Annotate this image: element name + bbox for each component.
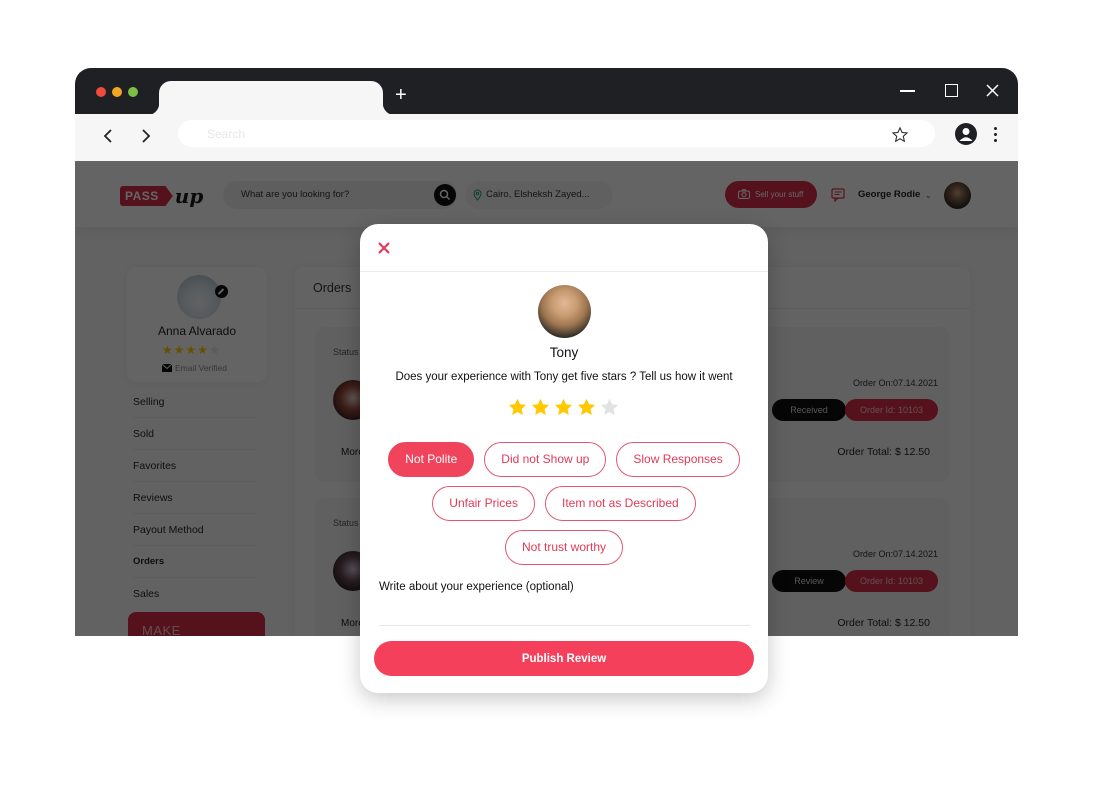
feedback-chip[interactable]: Unfair Prices (432, 486, 535, 521)
star-filled-icon: ★ (197, 343, 209, 357)
review-order-button[interactable]: Review (772, 570, 846, 592)
orders-title: Orders (313, 281, 352, 295)
site-search-placeholder: What are you looking for? (241, 189, 350, 200)
star-rating-input[interactable] (507, 397, 620, 418)
browser-menu-icon[interactable] (990, 126, 1000, 144)
back-button[interactable] (99, 126, 119, 146)
order-total: Order Total: $ 12.50 (837, 617, 930, 629)
star-filled-icon[interactable] (553, 397, 574, 418)
divider (360, 271, 768, 272)
review-modal: Tony Does your experience with Tony get … (360, 224, 768, 693)
envelope-icon (161, 363, 173, 372)
forward-button[interactable] (135, 126, 155, 146)
sell-button-label: Sell your stuff (755, 190, 804, 199)
sidebar-item-selling[interactable]: Selling (133, 386, 257, 418)
browser-toolbar (75, 114, 1018, 161)
chevron-down-icon[interactable]: ⌄ (925, 191, 932, 200)
experience-input[interactable] (379, 602, 750, 626)
order-id-badge[interactable]: Order Id: 10103 (845, 399, 938, 421)
order-status-button[interactable]: Received (772, 399, 846, 421)
email-verified-text: Email Verified (175, 363, 227, 373)
browser-profile-icon[interactable] (955, 123, 977, 145)
passup-logo[interactable]: PASS up (120, 184, 203, 208)
maximize-icon[interactable] (940, 80, 962, 102)
experience-label: Write about your experience (optional) (379, 581, 574, 593)
sidebar-item-favorites[interactable]: Favorites (133, 450, 257, 482)
profile-avatar (177, 275, 221, 319)
profile-name: Anna Alvarado (157, 324, 237, 338)
feedback-chip[interactable]: Item not as Described (544, 486, 696, 521)
profile-rating: ★ ★ ★ ★ ★ (162, 344, 220, 356)
order-status-label: Status (333, 518, 359, 528)
reviewee-avatar (538, 285, 591, 338)
feedback-chip[interactable]: Not Polite (388, 442, 475, 477)
publish-review-button[interactable]: Publish Review (374, 641, 754, 676)
window-close-dot[interactable] (96, 87, 106, 97)
close-icon[interactable] (377, 241, 391, 255)
order-date: Order On:07.14.2021 (852, 378, 938, 388)
chat-icon[interactable] (831, 188, 845, 202)
feedback-chips: Not Polite Did not Show up Slow Responses U… (378, 442, 750, 565)
window-minimize-dot[interactable] (112, 87, 122, 97)
star-filled-icon[interactable] (530, 397, 551, 418)
sidebar-item-orders[interactable]: Orders (133, 546, 257, 578)
chevron-left-icon (103, 129, 112, 143)
user-avatar[interactable] (944, 182, 971, 209)
star-empty-icon: ★ (209, 343, 220, 357)
bookmark-star-icon[interactable] (891, 126, 909, 144)
star-filled-icon: ★ (185, 343, 197, 357)
order-total: Order Total: $ 12.50 (837, 446, 930, 458)
reviewee-name: Tony (549, 345, 579, 360)
location-text: Cairo, Elsheksh Zayed... (486, 189, 590, 200)
location-pin-icon (473, 189, 482, 201)
location-selector[interactable]: Cairo, Elsheksh Zayed... (465, 181, 613, 209)
sidebar-item-sales[interactable]: Sales (133, 578, 257, 610)
sidebar-item-payout-method[interactable]: Payout Method (133, 514, 257, 546)
site-search-button[interactable] (434, 184, 456, 206)
star-filled-icon: ★ (173, 343, 185, 357)
make-offer-banner[interactable]: MAKE (128, 612, 265, 636)
sidebar-nav: Selling Sold Favorites Reviews Payout Me… (133, 386, 257, 610)
profile-card: Anna Alvarado ★ ★ ★ ★ ★ Email Verified (127, 267, 267, 382)
browser-tab-active[interactable] (147, 81, 395, 115)
camera-icon (738, 189, 750, 199)
close-icon[interactable] (982, 80, 1004, 102)
address-bar[interactable] (178, 120, 935, 147)
star-empty-icon[interactable] (599, 397, 620, 418)
feedback-chip[interactable]: Not trust worthy (504, 530, 624, 565)
logo-up-text: up (174, 184, 204, 208)
order-status-label: Status (333, 347, 359, 357)
feedback-chip[interactable]: Slow Responses (616, 442, 740, 477)
logo-pass-text: PASS (120, 186, 173, 206)
site-header: PASS up What are you looking for? Cairo,… (75, 161, 1018, 227)
star-filled-icon[interactable] (507, 397, 528, 418)
edit-pencil-icon[interactable] (215, 285, 228, 298)
user-menu-name[interactable]: George Rodie (858, 189, 920, 200)
new-tab-button[interactable]: + (395, 85, 407, 105)
star-filled-icon[interactable] (576, 397, 597, 418)
order-date: Order On:07.14.2021 (852, 549, 938, 559)
chevron-right-icon (142, 129, 151, 143)
search-icon (439, 189, 451, 201)
email-verified-badge: Email Verified (161, 363, 227, 373)
review-question: Does your experience with Tony get five … (395, 371, 733, 383)
browser-titlebar: + (75, 68, 1018, 115)
sidebar-item-sold[interactable]: Sold (133, 418, 257, 450)
window-zoom-dot[interactable] (128, 87, 138, 97)
site-search-bar[interactable]: What are you looking for? (223, 181, 457, 209)
star-filled-icon: ★ (162, 343, 173, 357)
feedback-chip[interactable]: Did not Show up (484, 442, 607, 477)
minimize-icon[interactable] (897, 80, 919, 102)
sell-your-stuff-button[interactable]: Sell your stuff (725, 181, 817, 208)
sidebar-item-reviews[interactable]: Reviews (133, 482, 257, 514)
order-id-badge[interactable]: Order Id: 10103 (845, 570, 938, 592)
